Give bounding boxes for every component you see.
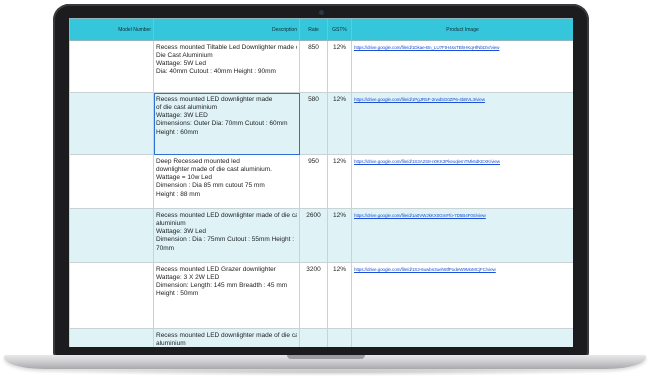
header-description[interactable]: Description xyxy=(153,18,300,41)
webcam-icon xyxy=(319,10,324,15)
header-gst[interactable]: GST% xyxy=(327,18,352,41)
image-link[interactable]: https://drive.google.com/file/d/1Dkae-Bn… xyxy=(354,45,499,50)
table-row: Recess mounted LED Grazer downlighter Wa… xyxy=(69,262,573,329)
description-line: Dia: 40mm Cutout : 40mm Height : 90mm xyxy=(156,68,276,76)
description-line: aluminium xyxy=(156,220,186,228)
rate-cell[interactable] xyxy=(299,328,328,347)
image-link-cell[interactable]: https://drive.google.com/file/d/1a0VWJkK… xyxy=(351,208,573,263)
header-product-image[interactable]: Product Image xyxy=(351,18,573,41)
description-line: Height : 50mm xyxy=(156,290,199,298)
model-cell[interactable] xyxy=(69,208,154,263)
table-row: Recess mounted LED downlighter made of d… xyxy=(69,328,573,347)
image-link-cell[interactable] xyxy=(351,328,573,347)
laptop-notch xyxy=(287,355,365,359)
description-cell[interactable]: Recess mounted LED Grazer downlighter Wa… xyxy=(153,262,300,329)
model-cell[interactable] xyxy=(69,328,154,347)
header-row: Model Number Description Rate GST% Produ… xyxy=(69,18,573,41)
description-line: Wattage: 3 X 2W LED xyxy=(156,274,220,282)
gst-cell[interactable]: 12% xyxy=(327,40,352,93)
table-row: Recess mounted LED downlighter made of d… xyxy=(69,208,573,263)
description-cell-selected[interactable]: Recess mounted LED downlighter made of d… xyxy=(153,92,300,155)
description-line: Recess mounted LED Grazer downlighter xyxy=(156,266,276,273)
product-table: Model Number Description Rate GST% Produ… xyxy=(69,18,573,347)
description-line: Recess mounted LED downlighter made of d… xyxy=(156,332,297,339)
description-line: of die cast aluminium xyxy=(156,104,218,112)
description-line: Dimension : Dia 85 mm cutout 75 mm xyxy=(156,182,265,190)
description-line: Wattage: 3W LED xyxy=(156,112,208,120)
gst-cell[interactable]: 12% xyxy=(327,208,352,263)
table-row: Deep Recessed mounted led downlighter ma… xyxy=(69,154,573,209)
gst-cell[interactable]: 12% xyxy=(327,92,352,155)
description-line: Recess mounted Tiltable Led Downlighter … xyxy=(156,44,297,51)
image-link[interactable]: https://drive.google.com/file/d/1a0VWJkK… xyxy=(354,213,486,218)
image-link-cell[interactable]: https://drive.google.com/file/d/1PgJR5F-… xyxy=(351,92,573,155)
description-line: Height : 88 mm xyxy=(156,190,201,198)
image-link[interactable]: https://drive.google.com/file/d/1S3-6uwb… xyxy=(354,267,496,272)
description-line: Dimension: Length: 145 mm Breadth : 45 m… xyxy=(156,282,288,290)
laptop-shadow xyxy=(30,368,622,376)
image-link-cell[interactable]: https://drive.google.com/file/d/1S3-6uwb… xyxy=(351,262,573,329)
image-link[interactable]: https://drive.google.com/file/d/1PgJR5F-… xyxy=(354,97,485,102)
gst-cell[interactable]: 12% xyxy=(327,262,352,329)
image-link-cell[interactable]: https://drive.google.com/file/d/1S3A2S8-… xyxy=(351,154,573,209)
description-cell[interactable]: Recess mounted LED downlighter made of d… xyxy=(153,328,300,347)
description-line: 70mm xyxy=(156,244,175,252)
rate-cell[interactable]: 2600 xyxy=(299,208,328,263)
description-cell[interactable]: Deep Recessed mounted led downlighter ma… xyxy=(153,154,300,209)
header-model-number[interactable]: Model Number xyxy=(69,18,154,41)
gst-cell[interactable] xyxy=(327,328,352,347)
description-line: Die Cast Aluminium xyxy=(156,52,213,60)
description-line: Recess mounted LED downlighter made of d… xyxy=(156,212,297,219)
image-link-cell[interactable]: https://drive.google.com/file/d/1Dkae-Bn… xyxy=(351,40,573,93)
description-line: Height : 60mm xyxy=(156,128,199,136)
description-line: Dimension : Dia : 75mm Cutout : 55mm Hei… xyxy=(156,236,294,244)
description-cell[interactable]: Recess mounted Tiltable Led Downlighter … xyxy=(153,40,300,93)
gst-cell[interactable]: 12% xyxy=(327,154,352,209)
rate-cell[interactable]: 580 xyxy=(299,92,328,155)
rate-cell[interactable]: 950 xyxy=(299,154,328,209)
description-line: Deep Recessed mounted led xyxy=(156,158,240,165)
description-line: aluminium xyxy=(156,340,186,347)
table-row: Recess mounted LED downlighter made of d… xyxy=(69,92,573,155)
description-line: Recess mounted LED downlighter made xyxy=(156,96,273,103)
description-line: downlighter made of die cast aluminium. xyxy=(156,166,272,174)
model-cell[interactable] xyxy=(69,262,154,329)
description-line: Wattage: 5W Led xyxy=(156,60,206,68)
model-cell[interactable] xyxy=(69,40,154,93)
description-line: Dimensions: Outer Dia: 70mm Cutout : 60m… xyxy=(156,120,288,128)
model-cell[interactable] xyxy=(69,154,154,209)
model-cell[interactable] xyxy=(69,92,154,155)
rate-cell[interactable]: 850 xyxy=(299,40,328,93)
image-link[interactable]: https://drive.google.com/file/d/1S3A2S8-… xyxy=(354,159,500,164)
description-line: Wattage: 3W Led xyxy=(156,228,206,236)
table-row: Recess mounted Tiltable Led Downlighter … xyxy=(69,40,573,93)
description-line: Wattage = 10w Led xyxy=(156,174,212,182)
laptop-screen: Model Number Description Rate GST% Produ… xyxy=(69,18,573,347)
header-rate[interactable]: Rate xyxy=(299,18,328,41)
rate-cell[interactable]: 3200 xyxy=(299,262,328,329)
description-cell[interactable]: Recess mounted LED downlighter made of d… xyxy=(153,208,300,263)
